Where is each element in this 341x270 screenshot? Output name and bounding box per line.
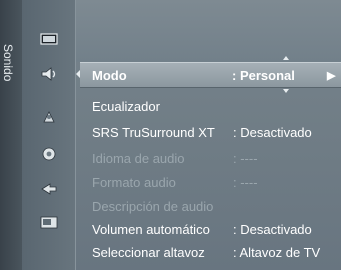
- menu-item-ecualizador[interactable]: Ecualizador: [92, 99, 341, 119]
- menu-item-modo[interactable]: Modo : Personal ▶: [80, 62, 341, 88]
- menu-item-value: : Desactivado: [233, 125, 312, 140]
- menu-item-idioma-audio: Idioma de audio : ----: [92, 151, 341, 171]
- menu-item-value: : Personal: [232, 67, 295, 83]
- menu-item-value: : ----: [233, 175, 258, 190]
- menu-item-label: Idioma de audio: [92, 151, 185, 166]
- channel-icon[interactable]: [39, 108, 59, 126]
- sidebar-title: Sonido: [1, 44, 15, 82]
- menu-item-volumen-automatico[interactable]: Volumen automático : Desactivado: [92, 222, 341, 242]
- menu-item-value: : Desactivado: [233, 222, 312, 237]
- sound-icon[interactable]: [39, 65, 59, 83]
- input-icon[interactable]: [39, 180, 59, 198]
- menu-item-formato-audio: Formato audio : ----: [92, 175, 341, 195]
- left-caret-icon: [76, 70, 80, 78]
- menu-item-label: Modo: [92, 67, 127, 83]
- menu-item-seleccionar-altavoz[interactable]: Seleccionar altavoz : Altavoz de TV: [92, 245, 341, 265]
- right-arrow-icon: ▶: [327, 69, 336, 82]
- application-icon[interactable]: [39, 214, 59, 232]
- menu-item-value: : ----: [233, 151, 258, 166]
- scroll-up-arrow-icon: [283, 56, 289, 60]
- menu-item-label: Seleccionar altavoz: [92, 245, 205, 260]
- menu-panel: Modo : Personal ▶ Ecualizador SRS TruSur…: [76, 0, 341, 270]
- menu-icon-column: [22, 0, 76, 270]
- scroll-down-arrow-icon: [283, 89, 289, 93]
- menu-item-label: Ecualizador: [92, 99, 160, 114]
- setup-icon[interactable]: [39, 145, 59, 163]
- menu-item-descripcion-audio: Descripción de audio: [92, 199, 341, 219]
- picture-icon[interactable]: [39, 30, 59, 48]
- sidebar: Sonido: [0, 0, 22, 270]
- menu-item-value: : Altavoz de TV: [233, 245, 321, 260]
- menu-item-label: Volumen automático: [92, 222, 210, 237]
- menu-item-srs-trusurround[interactable]: SRS TruSurround XT : Desactivado: [92, 125, 341, 145]
- menu-item-label: SRS TruSurround XT: [92, 125, 215, 140]
- menu-item-label: Descripción de audio: [92, 199, 214, 214]
- menu-header-area: [76, 0, 341, 62]
- menu-item-label: Formato audio: [92, 175, 176, 190]
